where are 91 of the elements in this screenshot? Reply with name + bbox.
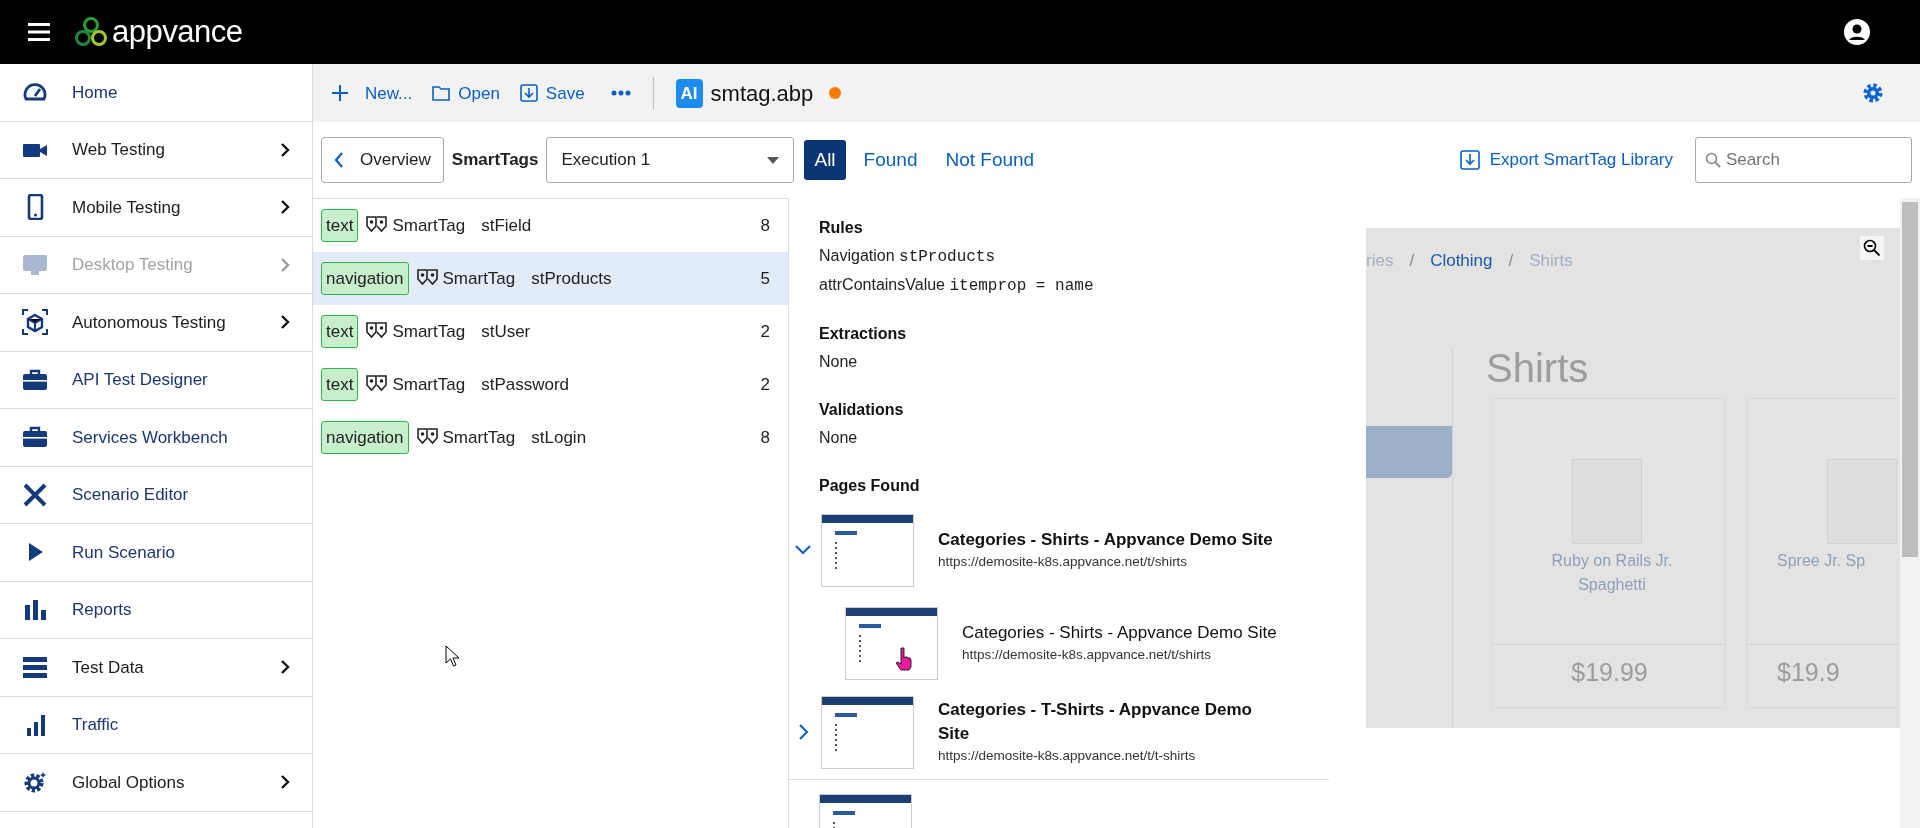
sidebar-item[interactable]: Autonomous Testing [0, 294, 312, 352]
toolbar-button[interactable]: Open [426, 80, 506, 106]
list-icon [22, 654, 48, 681]
download-icon [1459, 150, 1480, 171]
sidebar-item[interactable]: Services Workbench [0, 409, 312, 467]
menu-icon[interactable] [28, 23, 50, 41]
sidebar-item[interactable]: API Test Designer [0, 351, 312, 410]
smarttag-label: SmartTag [392, 373, 466, 396]
folder-icon [432, 84, 451, 103]
smarttag-label: SmartTag [442, 267, 516, 290]
smarttag-name: stLogin [531, 426, 588, 449]
file-type-badge: AI [675, 78, 703, 108]
zoom-out-icon [1863, 238, 1881, 257]
filter-tab[interactable]: Found [853, 139, 928, 181]
section-heading: Validations [819, 399, 905, 420]
sidebar-item[interactable]: Home [0, 64, 312, 122]
filter-tab[interactable]: All [804, 139, 846, 181]
zoom-out-button[interactable] [1860, 235, 1884, 260]
smarttag-name: stPassword [481, 373, 571, 396]
count-text: 2 [760, 373, 770, 396]
page-heading: Shirts [1486, 344, 1589, 392]
file-name: smtag.abp [710, 79, 814, 108]
smarttag-row[interactable]: navigation SmartTag stLogin 8 [313, 410, 788, 464]
page-title[interactable]: Categories - T-Shirts - Appvance Demo Site [938, 698, 1278, 746]
rule-line: attrContainsValue itemprop = name [819, 274, 1095, 297]
smarttag-row[interactable]: navigation SmartTag stProducts 5 [313, 251, 788, 305]
settings-icon[interactable] [1862, 82, 1884, 105]
page-url: https://demosite-k8s.appvance.net/t/shirts [962, 646, 1213, 665]
sidebar-item[interactable]: Global Options [0, 754, 312, 812]
download-icon [519, 84, 538, 103]
breadcrumb-separator: / [1409, 249, 1415, 272]
page-title[interactable]: Categories - Shirts - Appvance Demo Site [938, 528, 1278, 553]
search-field[interactable]: Search [1695, 137, 1912, 184]
product-price: $19.9 [1777, 656, 1840, 688]
scrollbar[interactable] [1900, 197, 1920, 828]
tag-type-badge: text [321, 208, 359, 243]
smarttag-label: SmartTag [392, 320, 466, 343]
smarttag-label: SmartTag [442, 426, 516, 449]
filter-tab[interactable]: Not Found [935, 139, 1045, 181]
hand-cursor-icon [895, 646, 913, 671]
count-text: 8 [760, 426, 770, 449]
section-heading: Rules [819, 217, 864, 238]
mouse-cursor-icon [445, 644, 459, 667]
sidebar-item[interactable]: Mobile Testing [0, 179, 312, 237]
smarttag-label: SmartTag [392, 214, 466, 237]
section-heading: Pages Found [819, 475, 921, 496]
more-icon[interactable] [610, 90, 631, 97]
rule-line: Navigation stProducts [819, 245, 997, 268]
page-title[interactable]: Categories - Shirts - Appvance Demo Site [962, 621, 1342, 646]
user-avatar-icon[interactable] [1844, 19, 1870, 45]
page-url: https://demosite-k8s.appvance.net/t/shirts [938, 553, 1189, 572]
section-heading: Extractions [819, 323, 908, 344]
rings-logo-icon [74, 16, 108, 48]
smarttag-name: stUser [481, 320, 532, 343]
section-value: None [819, 351, 859, 372]
plus-icon [331, 84, 349, 103]
smarttag-name: stField [481, 214, 533, 237]
back-button[interactable]: Overview [321, 137, 444, 184]
chevron-left-icon [334, 151, 344, 170]
sidebar-item[interactable]: Test Data [0, 639, 312, 697]
execution-select[interactable]: Execution 1 [546, 137, 795, 184]
count-text: 5 [760, 267, 770, 290]
breadcrumb-item[interactable]: Clothing [1430, 247, 1493, 274]
caret-down-icon [767, 156, 780, 164]
sidebar-item[interactable]: Traffic [0, 696, 312, 755]
toolbar-button[interactable]: New... [325, 80, 419, 106]
tag-type-badge: navigation [321, 261, 409, 296]
tag-type-badge: navigation [321, 420, 409, 455]
cube-icon [22, 309, 48, 336]
toolbar-button[interactable]: Save [513, 80, 591, 106]
chevron-down-icon[interactable] [795, 545, 811, 556]
page-url: https://demosite-k8s.appvance.net/t/t-shirts [938, 747, 1197, 765]
breadcrumb-separator: / [1508, 249, 1514, 272]
sidebar-item[interactable]: Scenario Editor [0, 466, 312, 525]
export-link[interactable]: Export SmartTag Library [1453, 147, 1679, 173]
section-label: SmartTags [451, 149, 539, 172]
tag-type-badge: text [321, 314, 359, 349]
search-icon [1705, 152, 1721, 169]
sidebar-item[interactable]: Run Scenario [0, 524, 312, 582]
smarttag-row[interactable]: text SmartTag stUser 2 [313, 304, 788, 358]
logo-text: appvance [112, 12, 243, 51]
section-value: None [819, 427, 859, 448]
smarttag-name: stProducts [531, 267, 613, 290]
sidebar-item[interactable]: Reports [0, 581, 312, 640]
smarttag-row[interactable]: text SmartTag stPassword 2 [313, 357, 788, 411]
smarttag-row[interactable]: text SmartTag stField 8 [313, 198, 788, 252]
sidebar-item[interactable]: Web Testing [0, 121, 312, 180]
product-price: $19.99 [1570, 656, 1649, 688]
count-text: 8 [760, 214, 770, 237]
tag-type-badge: text [321, 367, 359, 402]
count-text: 2 [760, 320, 770, 343]
